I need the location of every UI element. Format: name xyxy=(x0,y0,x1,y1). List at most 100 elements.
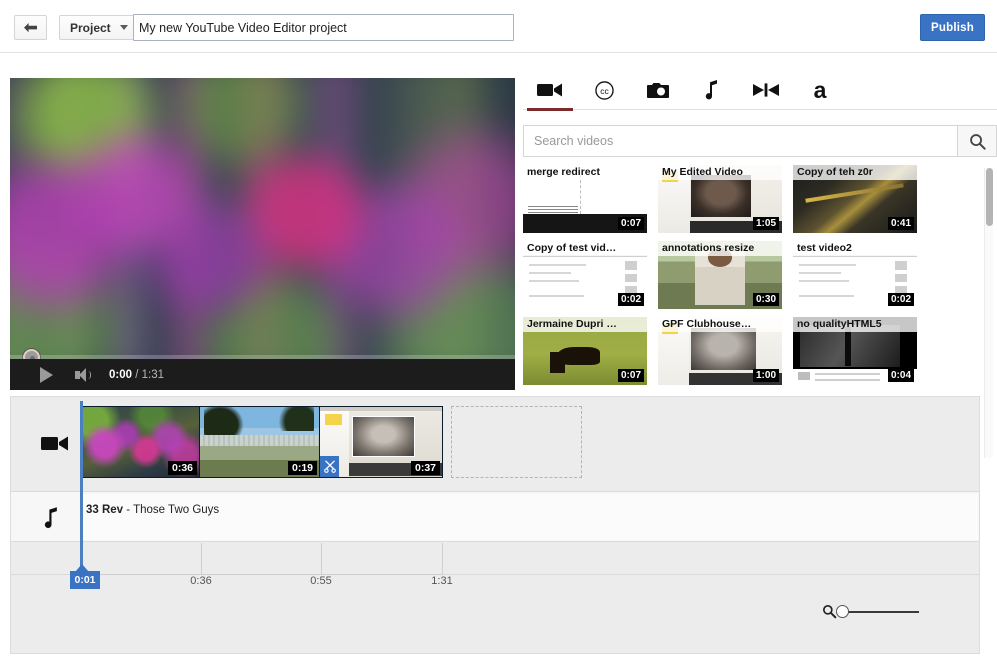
video-thumbnail[interactable]: no qualityHTML5 0:04 xyxy=(793,317,917,385)
preview-frame-image xyxy=(10,78,515,359)
tab-transitions[interactable] xyxy=(739,70,793,110)
media-panel-scrollbar[interactable] xyxy=(984,168,993,458)
media-panel-scrollbar-thumb[interactable] xyxy=(986,168,993,226)
video-thumbnail-grid: merge redirect0:07 My Edited Video 1:05 Cop… xyxy=(523,165,991,390)
tab-text[interactable]: a xyxy=(793,70,847,110)
player-time-separator: / xyxy=(132,369,142,381)
project-title-input[interactable] xyxy=(133,14,514,41)
video-thumbnail-title: annotations resize xyxy=(658,241,782,256)
video-thumbnail-duration: 0:30 xyxy=(753,293,779,306)
video-thumbnail[interactable]: GPF Clubhouse… 1:00 xyxy=(658,317,782,385)
ruler-tick xyxy=(442,543,443,575)
tab-photos[interactable] xyxy=(631,70,685,110)
tab-video[interactable] xyxy=(523,70,577,110)
video-thumbnail[interactable]: Copy of teh z0r 0:41 xyxy=(793,165,917,233)
clip-trim-button[interactable] xyxy=(320,456,339,477)
ruler-baseline xyxy=(80,574,442,575)
timeline-clip[interactable]: 0:36 xyxy=(80,406,200,478)
media-tabs: cc a xyxy=(523,70,997,110)
video-thumbnail[interactable]: test video2 0:02 xyxy=(793,241,917,309)
music-note-icon xyxy=(705,80,719,100)
search-icon xyxy=(969,133,986,150)
video-thumbnail-duration: 0:07 xyxy=(618,369,644,382)
playhead-time-label: 0:01 xyxy=(74,574,95,586)
video-thumbnail-duration: 0:04 xyxy=(888,369,914,382)
ruler-tick xyxy=(321,543,322,575)
video-thumbnail[interactable]: Jermaine Dupri …0:07 xyxy=(523,317,647,385)
text-a-icon: a xyxy=(814,79,827,102)
ruler-tick xyxy=(201,543,202,575)
chevron-down-icon xyxy=(120,25,128,30)
ruler-tick-label: 0:55 xyxy=(310,575,331,587)
timeline-clip[interactable]: 0:19 xyxy=(200,406,320,478)
player-controls: 0:00 / 1:31 xyxy=(10,359,515,390)
video-editor-app: Project Publish 0:00 / 1:31 xyxy=(0,0,997,665)
project-menu-label: Project xyxy=(70,21,111,35)
timeline-clip-duration: 0:19 xyxy=(288,461,317,475)
timeline-audio-track-icon xyxy=(44,507,59,534)
video-thumbnail-title: My Edited Video xyxy=(658,165,782,180)
video-thumbnail-title: no qualityHTML5 xyxy=(793,317,917,332)
timeline-zoom-slider-handle[interactable] xyxy=(836,605,849,618)
video-camera-icon xyxy=(41,435,69,452)
timeline-video-track-icon xyxy=(41,435,69,457)
video-thumbnail-title: GPF Clubhouse… xyxy=(658,317,782,332)
video-thumbnail-duration: 0:02 xyxy=(888,293,914,306)
preview-video[interactable] xyxy=(10,78,515,359)
video-thumbnail[interactable]: My Edited Video 1:05 xyxy=(658,165,782,233)
transition-bowtie-icon xyxy=(753,83,779,97)
playhead-line xyxy=(80,401,83,575)
video-thumbnail-title: Copy of teh z0r xyxy=(793,165,917,180)
timeline-zoom-slider[interactable] xyxy=(843,611,919,613)
video-thumbnail-duration: 0:41 xyxy=(888,217,914,230)
tab-audio[interactable] xyxy=(685,70,739,110)
audio-artist: 33 Rev xyxy=(86,504,123,516)
audio-separator: - xyxy=(123,504,133,516)
creative-commons-icon: cc xyxy=(595,81,614,100)
tab-creative-commons[interactable]: cc xyxy=(577,70,631,110)
camera-icon xyxy=(646,81,670,99)
video-thumbnail-duration: 0:07 xyxy=(618,217,644,230)
music-note-icon xyxy=(44,507,59,529)
volume-icon[interactable] xyxy=(75,368,93,382)
magnifier-icon xyxy=(822,604,837,619)
player-total-time: 1:31 xyxy=(142,369,164,381)
player-time-display: 0:00 / 1:31 xyxy=(109,369,164,381)
timeline-clip-duration: 0:36 xyxy=(168,461,197,475)
timeline-audio-clip[interactable] xyxy=(81,494,978,540)
scissors-icon xyxy=(324,460,336,473)
timeline-panel: 0:36 0:19 0:37 0:36 0:55 1:31 0:01 xyxy=(10,396,980,654)
timeline-extra-track[interactable] xyxy=(11,542,979,575)
search-button[interactable] xyxy=(957,125,997,157)
search-input[interactable] xyxy=(523,125,957,157)
video-thumbnail[interactable]: Copy of test vid… 0:02 xyxy=(523,241,647,309)
player-current-time: 0:00 xyxy=(109,369,132,381)
ruler-tick-label: 1:31 xyxy=(431,575,452,587)
audio-track-title: Those Two Guys xyxy=(133,504,219,516)
video-thumbnail[interactable]: annotations resize 0:30 xyxy=(658,241,782,309)
publish-button[interactable]: Publish xyxy=(920,14,985,41)
project-menu-button[interactable]: Project xyxy=(59,15,137,40)
svg-text:cc: cc xyxy=(600,85,609,95)
ruler-tick-label: 0:36 xyxy=(190,575,211,587)
timeline-zoom-control xyxy=(822,604,919,619)
video-camera-icon xyxy=(537,82,563,98)
timeline-clip-duration: 0:37 xyxy=(411,461,440,475)
play-icon[interactable] xyxy=(40,367,53,383)
back-arrow-icon xyxy=(23,22,38,34)
preview-player: 0:00 / 1:31 xyxy=(10,78,515,390)
timeline-clip[interactable]: 0:37 xyxy=(320,406,443,478)
search-row xyxy=(523,125,997,157)
timeline-audio-clip-label: 33 Rev - Those Two Guys xyxy=(86,504,219,516)
timeline-drop-zone[interactable] xyxy=(451,406,582,478)
back-button[interactable] xyxy=(14,15,47,40)
video-thumbnail[interactable]: merge redirect0:07 xyxy=(523,165,647,233)
publish-label: Publish xyxy=(931,22,974,34)
video-thumbnail-title: Copy of test vid… xyxy=(523,241,647,256)
video-thumbnail-duration: 1:00 xyxy=(753,369,779,382)
top-bar: Project Publish xyxy=(0,0,997,53)
playhead-handle[interactable]: 0:01 xyxy=(70,571,100,589)
video-thumbnail-duration: 0:02 xyxy=(618,293,644,306)
video-thumbnail-duration: 1:05 xyxy=(753,217,779,230)
video-thumbnail-title: test video2 xyxy=(793,241,917,256)
